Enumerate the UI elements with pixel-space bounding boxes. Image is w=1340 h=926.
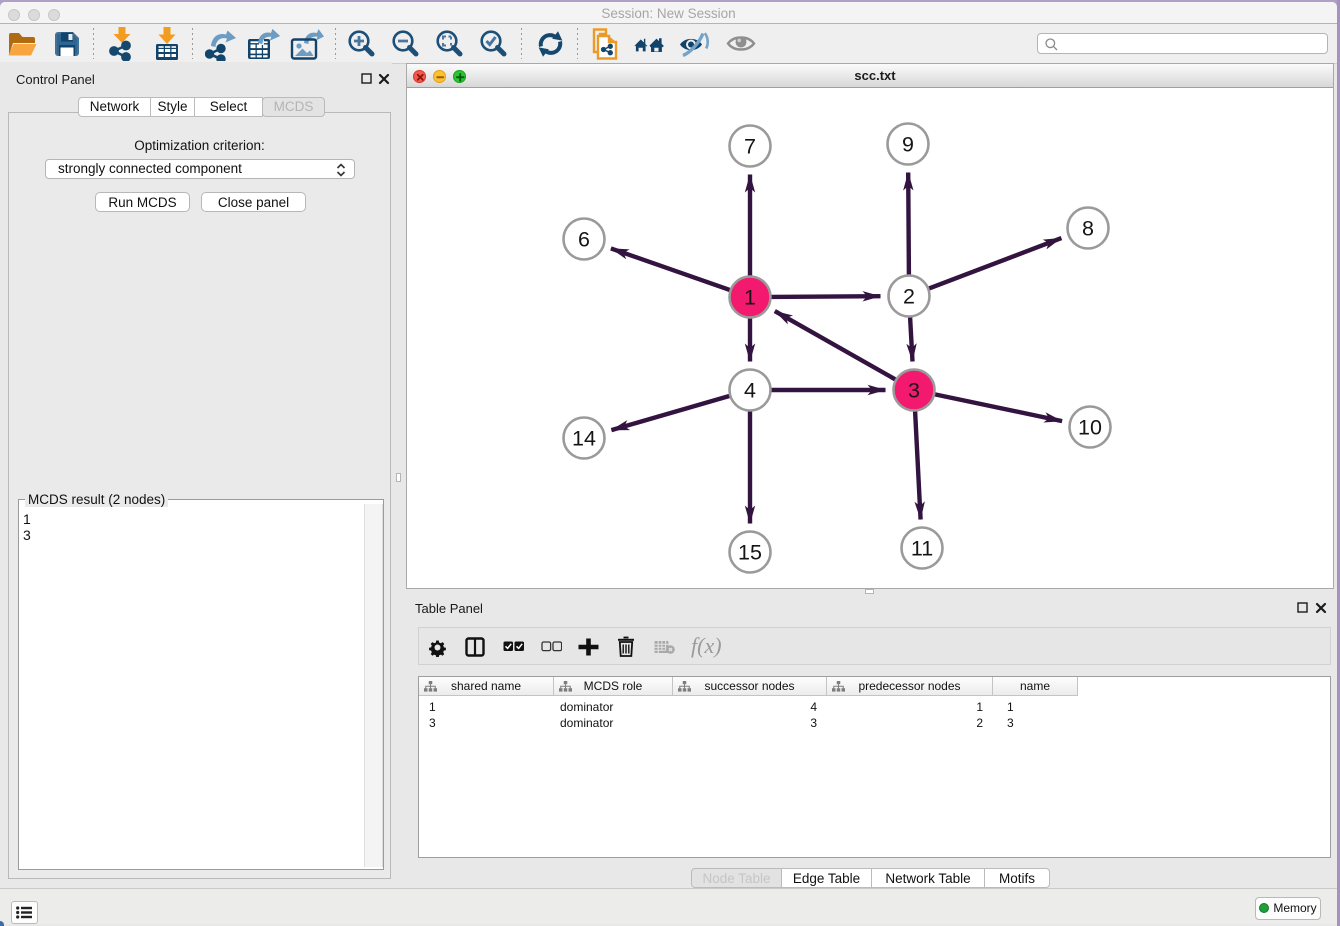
svg-text:10: 10	[1078, 416, 1102, 440]
svg-text:9: 9	[902, 133, 914, 157]
svg-text:2: 2	[903, 285, 915, 309]
svg-text:4: 4	[744, 379, 756, 403]
svg-text:14: 14	[572, 427, 596, 451]
svg-text:8: 8	[1082, 217, 1094, 241]
svg-text:11: 11	[911, 537, 933, 561]
svg-text:1: 1	[744, 286, 756, 310]
svg-text:6: 6	[578, 228, 590, 252]
svg-text:3: 3	[908, 379, 920, 403]
svg-text:7: 7	[744, 135, 756, 159]
svg-text:15: 15	[738, 541, 762, 565]
